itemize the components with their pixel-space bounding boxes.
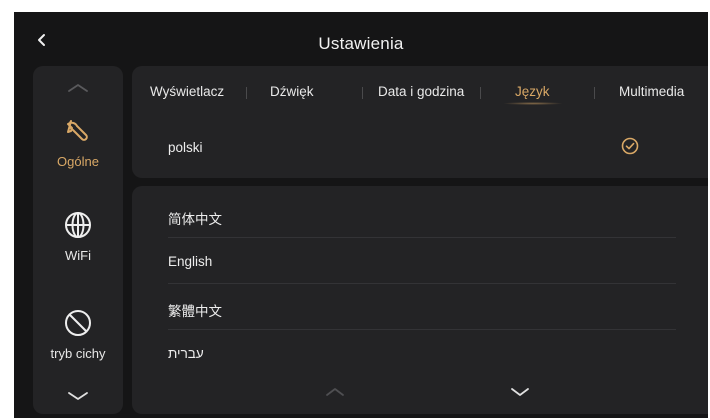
sidebar: Ogólne WiFi tryb cichy (33, 66, 123, 414)
chevron-down-icon (68, 392, 88, 400)
active-tab-indicator (503, 102, 563, 105)
sidebar-item-silent-mode[interactable]: tryb cichy (33, 306, 123, 361)
current-language-label[interactable]: polski (168, 140, 203, 155)
tab-divider (480, 87, 481, 99)
wrench-icon (61, 114, 95, 148)
tab-divider (246, 87, 247, 99)
sidebar-item-label: Ogólne (57, 154, 99, 169)
sidebar-item-label: tryb cichy (50, 346, 106, 361)
globe-icon (61, 208, 95, 242)
sidebar-scroll-up-button[interactable] (63, 80, 93, 96)
list-item[interactable]: 繁體中文 (168, 286, 676, 330)
tab-bar: Wyświetlacz Dźwięk Data i godzina Język … (132, 84, 708, 106)
list-scroll-up-button[interactable] (321, 384, 349, 400)
tab-divider (362, 87, 363, 99)
settings-screen: Ustawienia Ogólne WiFi tryb cichy Wyświe… (14, 12, 708, 418)
sidebar-scroll-down-button[interactable] (63, 388, 93, 404)
row-divider (168, 237, 676, 238)
sidebar-item-general[interactable]: Ogólne (33, 114, 123, 169)
language-panel: Wyświetlacz Dźwięk Data i godzina Język … (132, 66, 708, 178)
page-title: Ustawienia (318, 34, 404, 53)
tab-multimedia[interactable]: Multimedia (619, 84, 684, 99)
list-item[interactable]: 简体中文 (168, 194, 676, 238)
tab-display[interactable]: Wyświetlacz (150, 84, 224, 99)
tab-divider (594, 87, 595, 99)
row-divider (168, 329, 676, 330)
list-item[interactable]: English (168, 240, 676, 284)
language-option-label: English (168, 254, 213, 269)
sidebar-item-label: WiFi (65, 248, 91, 263)
row-divider (168, 283, 676, 284)
list-scroll-down-button[interactable] (506, 384, 534, 400)
language-list: 简体中文 English 繁體中文 עברית (132, 186, 708, 414)
no-sign-icon (61, 306, 95, 340)
chevron-up-icon (68, 84, 88, 92)
list-item[interactable]: עברית (168, 332, 676, 376)
sidebar-item-wifi[interactable]: WiFi (33, 208, 123, 263)
chevron-up-icon (326, 388, 344, 396)
language-option-label: עברית (168, 346, 204, 361)
language-option-label: 简体中文 (168, 212, 222, 227)
check-circle-icon (621, 137, 639, 155)
chevron-down-icon (511, 388, 529, 396)
tab-sound[interactable]: Dźwięk (270, 84, 314, 99)
tab-date-time[interactable]: Data i godzina (378, 84, 464, 99)
tab-language[interactable]: Język (515, 84, 550, 99)
language-option-label: 繁體中文 (168, 304, 222, 319)
